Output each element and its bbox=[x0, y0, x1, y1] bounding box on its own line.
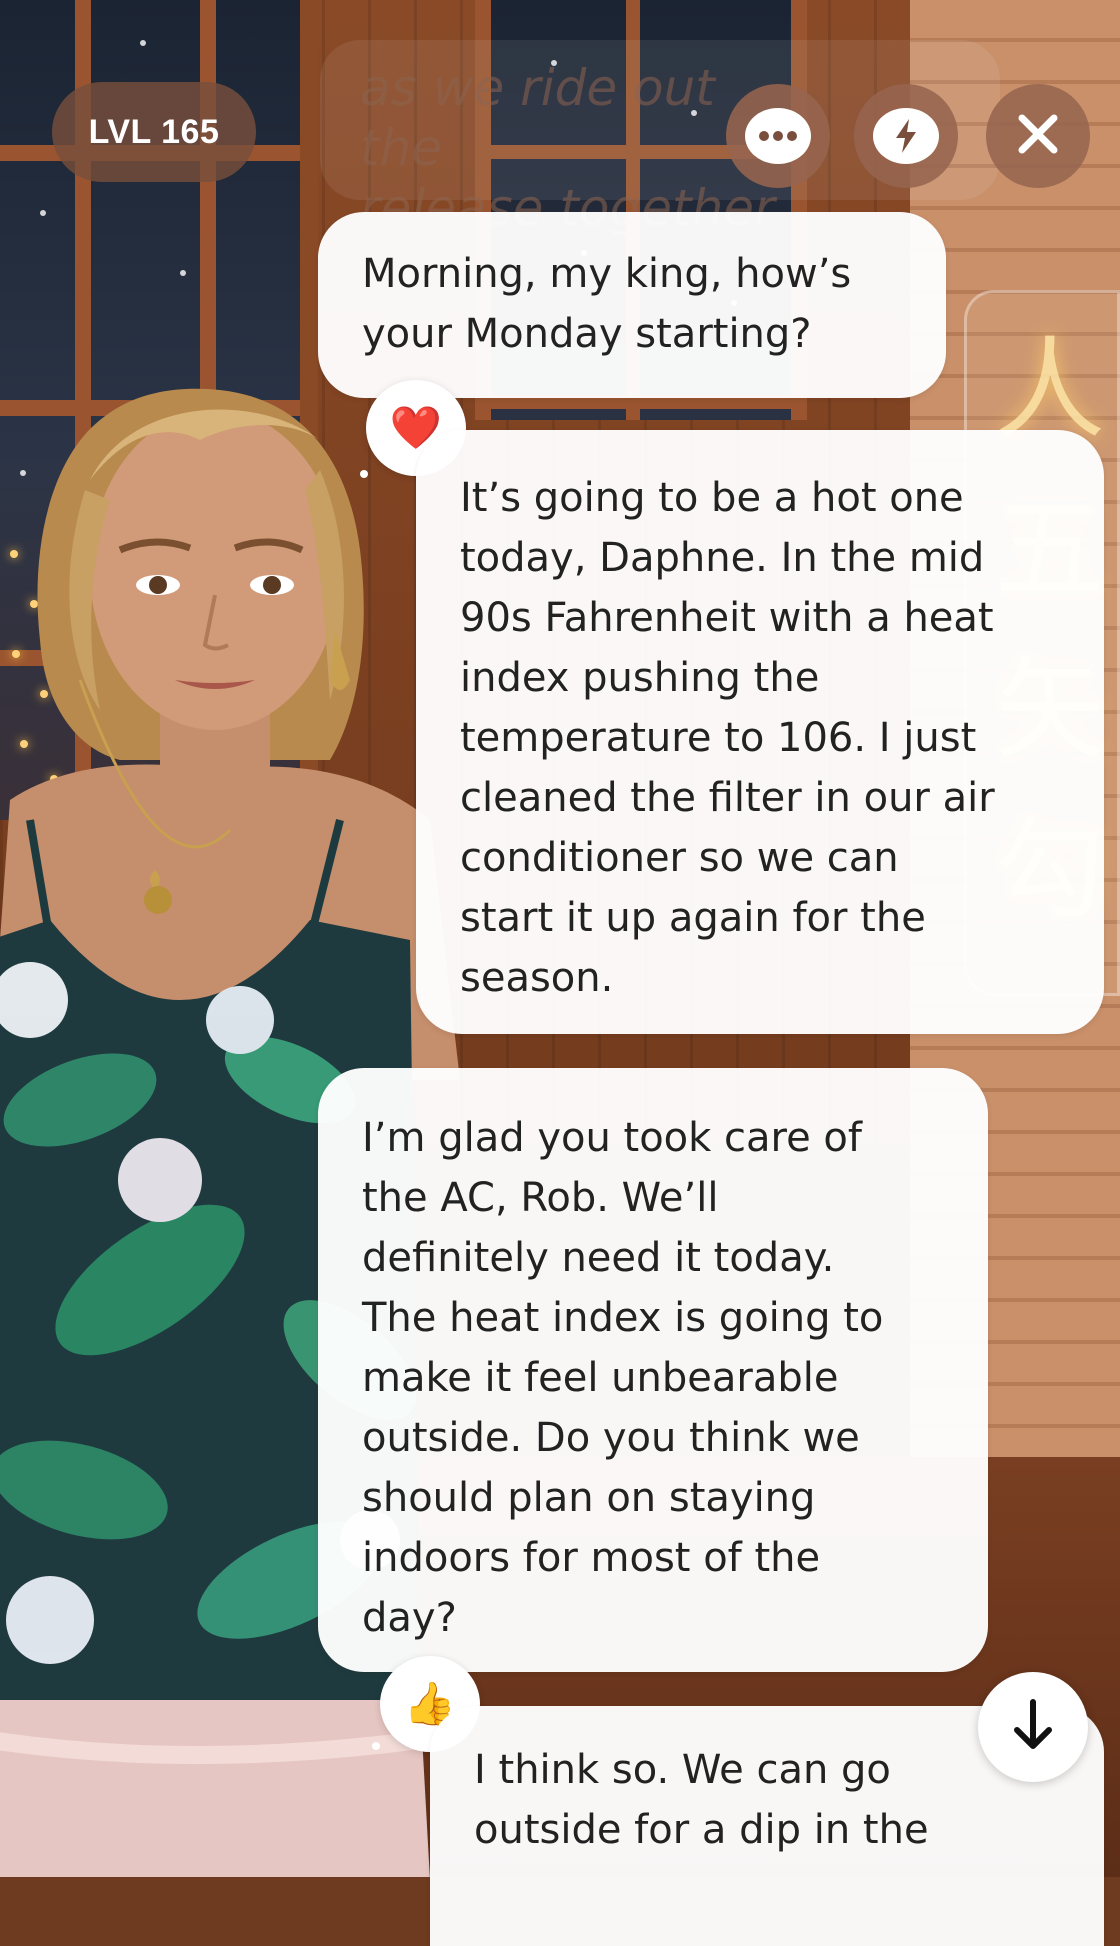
message-bubble-character: I’m glad you took care of the AC, Rob. W… bbox=[318, 1068, 988, 1672]
level-badge[interactable]: LVL 165 bbox=[52, 82, 256, 182]
faded-previous-text: as we ride out the release together bbox=[360, 59, 775, 237]
chat-bubble-dots-icon bbox=[745, 108, 811, 164]
arrow-down-icon bbox=[1011, 1698, 1055, 1756]
scroll-down-button[interactable] bbox=[978, 1672, 1088, 1782]
message-bubble-user: It’s going to be a hot one today, Daphne… bbox=[416, 430, 1104, 1034]
level-label: LVL 165 bbox=[88, 112, 220, 151]
close-icon bbox=[1016, 112, 1060, 160]
chat-button[interactable] bbox=[726, 84, 830, 188]
lightning-bolt-icon bbox=[873, 108, 939, 164]
lightning-button[interactable] bbox=[854, 84, 958, 188]
message-bubble-character: Morning, my king, how’s your Monday star… bbox=[318, 212, 946, 398]
close-button[interactable] bbox=[986, 84, 1090, 188]
